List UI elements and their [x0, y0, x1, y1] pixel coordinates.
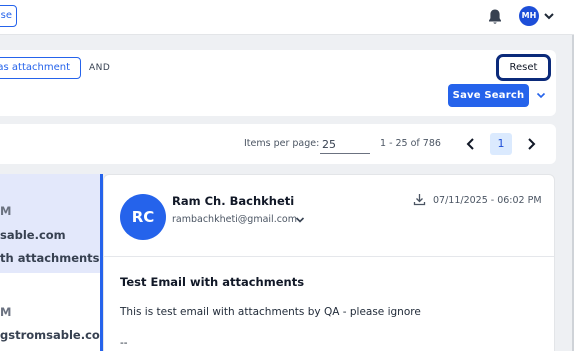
email-list: M sable.com th attachments M gstromsable… — [0, 174, 101, 351]
email-body: This is test email with attachments by Q… — [120, 306, 421, 318]
items-per-page-select[interactable]: 25 — [320, 136, 370, 154]
list-item-sender: gstromsable.com — [0, 328, 101, 342]
save-search-button[interactable]: Save Search — [448, 84, 529, 107]
chevron-right-icon[interactable] — [523, 136, 539, 152]
page-number-button[interactable]: 1 — [490, 133, 512, 155]
email-date: 07/11/2025 - 06:02 PM — [433, 195, 542, 206]
user-avatar[interactable]: MH — [519, 6, 539, 26]
list-item[interactable]: M gstromsable.com — [0, 274, 101, 351]
top-chip[interactable]: se — [0, 5, 17, 27]
range-label: 1 - 25 of 786 — [380, 138, 441, 149]
pagination-bar: Items per page: 25 1 - 25 of 786 1 — [0, 124, 556, 164]
email-subject: Test Email with attachments — [120, 275, 305, 289]
top-bar: se MH — [0, 0, 574, 35]
sender-name: Ram Ch. Bachkheti — [172, 194, 295, 208]
bell-icon[interactable] — [487, 8, 503, 26]
chevron-down-icon[interactable] — [543, 10, 555, 22]
email-detail: RC Ram Ch. Bachkheti rambachkheti@gmail.… — [103, 174, 555, 351]
chevron-left-icon[interactable] — [463, 136, 479, 152]
reset-button[interactable]: Reset — [496, 54, 551, 81]
list-item-time: M — [0, 204, 12, 218]
sender-email: rambachkheti@gmail.com — [172, 214, 298, 225]
items-per-page-label: Items per page: — [244, 138, 320, 149]
list-item[interactable]: M sable.com th attachments — [0, 174, 101, 273]
filter-chip-attachment[interactable]: as attachment — [0, 57, 81, 79]
list-item-sender: sable.com — [0, 228, 66, 242]
search-criteria-panel: as attachment AND Reset Save Search — [0, 50, 556, 116]
email-signature: -- — [120, 337, 128, 349]
list-item-subject: th attachments — [0, 251, 100, 265]
sender-avatar: RC — [120, 194, 166, 240]
divider — [104, 256, 554, 257]
list-item-time: M — [0, 305, 12, 319]
download-icon[interactable] — [413, 193, 426, 206]
chevron-down-icon[interactable] — [295, 215, 305, 225]
chevron-down-icon[interactable] — [535, 89, 547, 101]
operator-label: AND — [89, 63, 111, 73]
